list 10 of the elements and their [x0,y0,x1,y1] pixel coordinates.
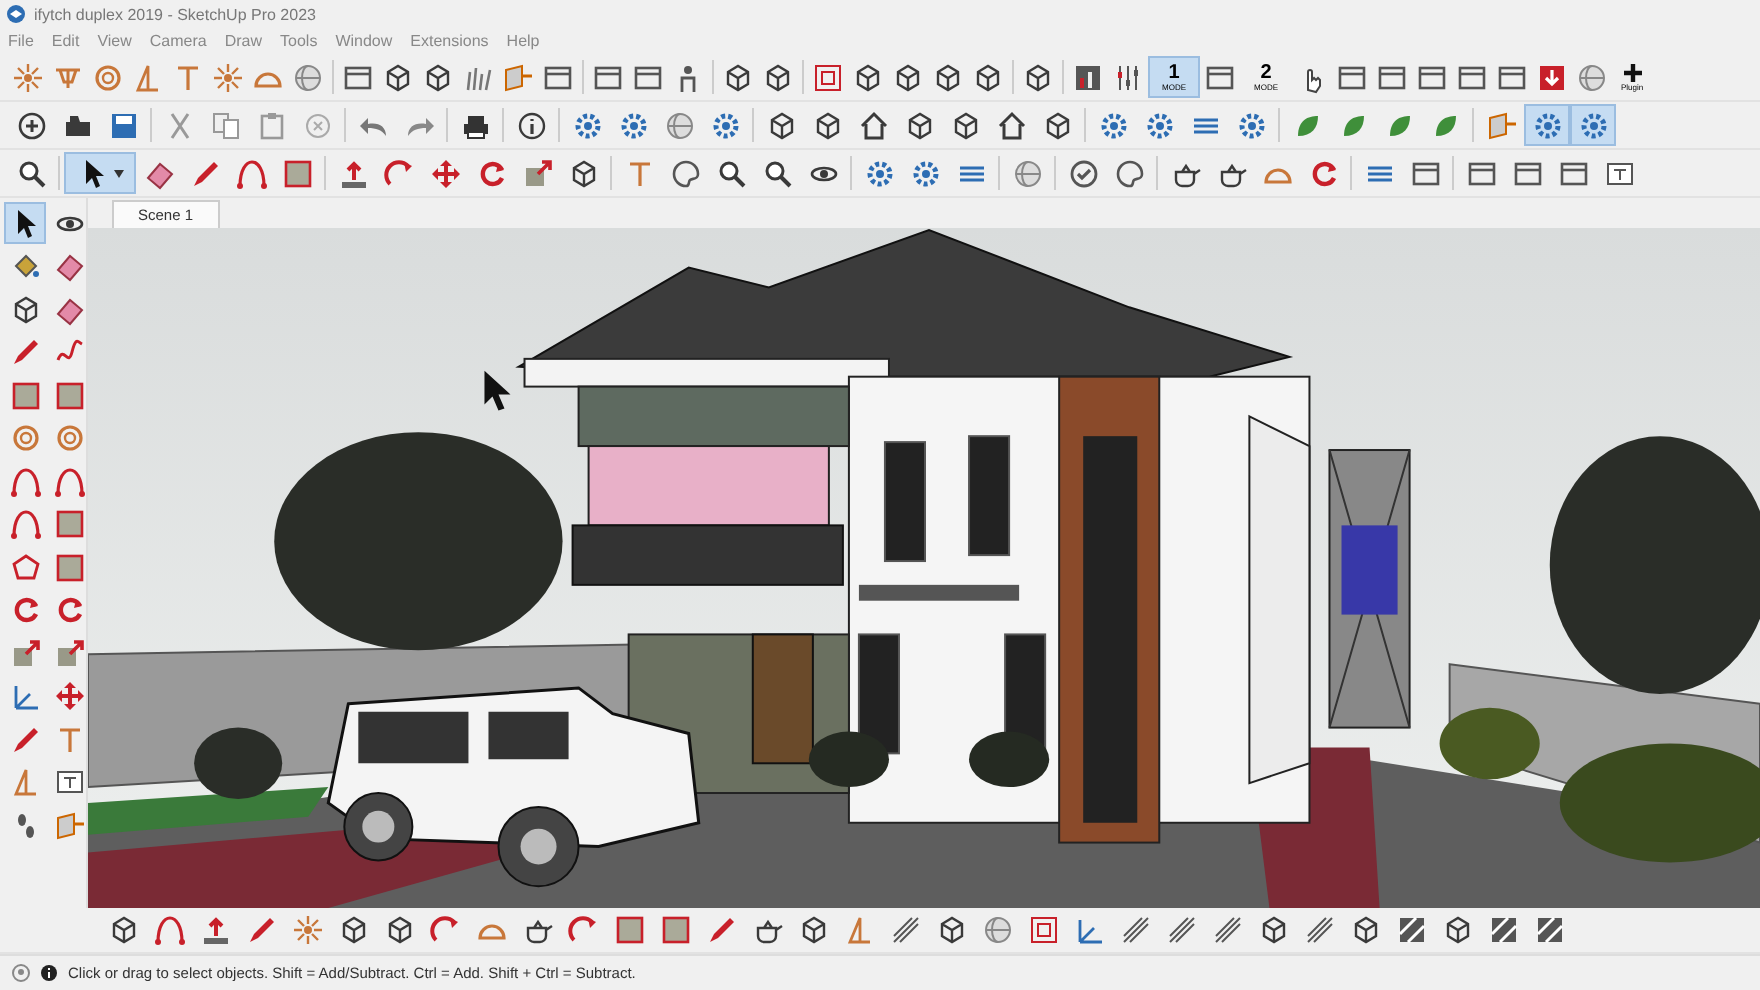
menu-item[interactable]: Draw [224,32,263,50]
menu-item[interactable]: File [8,32,34,50]
menu-item[interactable]: View [97,32,132,50]
menu-item[interactable]: Tools [280,32,318,50]
menu-item[interactable]: Window [335,32,393,50]
menu-item[interactable]: Edit [51,32,80,50]
window-title: ifytch duplex 2019 - SketchUp Pro 2023 [34,5,316,23]
menu-item[interactable]: Extensions [410,32,489,50]
menu-item[interactable]: Camera [149,32,207,50]
menu-item[interactable]: Help [506,32,540,50]
